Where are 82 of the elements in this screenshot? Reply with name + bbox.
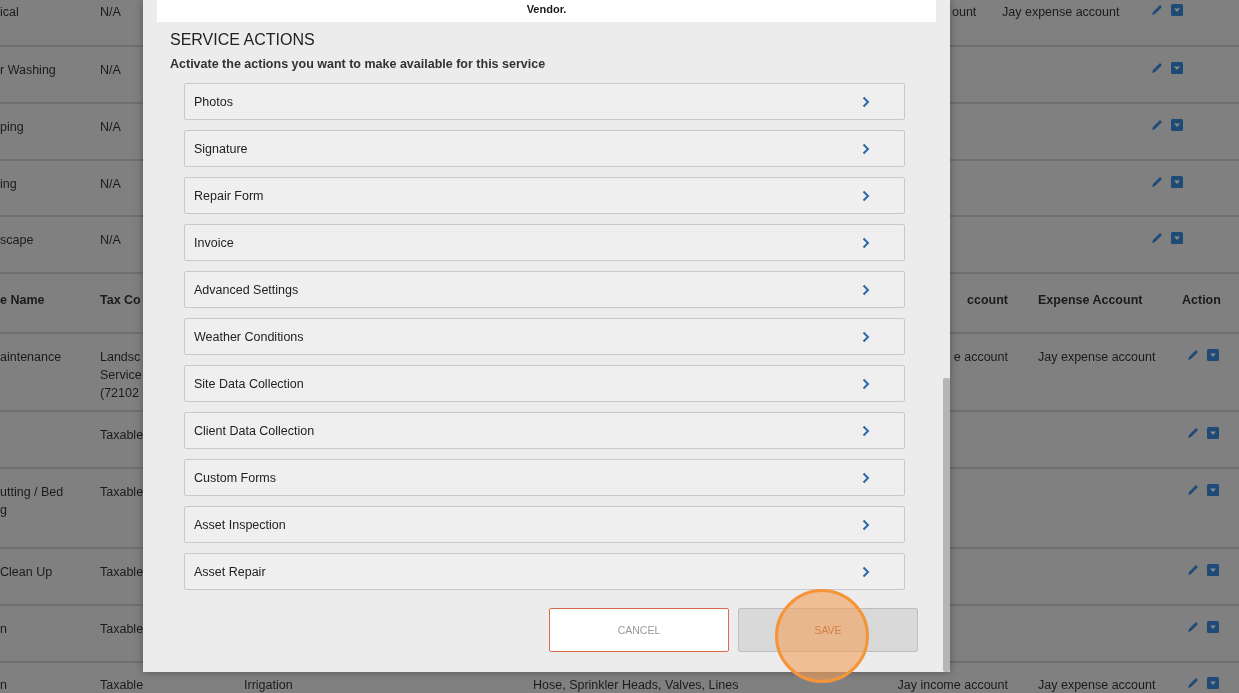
table-cell-text: aintenance <box>0 349 62 366</box>
chevron-right-icon <box>862 471 870 484</box>
table-cell-text: Jay expense account <box>1002 4 1120 21</box>
table-cell-text: N/A <box>100 62 121 79</box>
dropdown-icon[interactable] <box>1206 483 1220 497</box>
table-cell-text: scape <box>0 232 34 249</box>
table-cell-text: ount <box>952 4 977 21</box>
column-header: Expense Account <box>1038 292 1143 309</box>
chevron-right-icon <box>862 565 870 578</box>
table-cell-text: ing <box>0 176 17 193</box>
dropdown-icon[interactable] <box>1206 426 1220 440</box>
scrollbar-thumb[interactable] <box>943 378 950 672</box>
table-cell-text: Taxable <box>100 677 144 693</box>
dropdown-icon[interactable] <box>1170 118 1184 132</box>
table-cell-text: n <box>0 621 7 638</box>
table-cell-text: Clean Up <box>0 564 53 581</box>
table-cell-text: Taxable <box>100 427 144 444</box>
action-item[interactable]: Custom Forms <box>184 459 905 496</box>
column-header: ccount <box>967 292 1008 309</box>
pencil-icon[interactable] <box>1186 620 1200 634</box>
pencil-icon[interactable] <box>1150 175 1164 189</box>
form-text: Vendor. <box>526 3 567 16</box>
table-cell-text: n <box>0 677 7 693</box>
pencil-icon[interactable] <box>1186 676 1200 690</box>
action-item[interactable]: Advanced Settings <box>184 271 905 308</box>
table-cell-text: N/A <box>100 4 121 21</box>
pencil-icon[interactable] <box>1150 3 1164 17</box>
dropdown-icon[interactable] <box>1206 620 1220 634</box>
pencil-icon[interactable] <box>1150 61 1164 75</box>
column-header: e Name <box>0 292 45 309</box>
table-cell-text: N/A <box>100 176 121 193</box>
table-cell-text: Irrigation <box>244 677 293 693</box>
section-title: SERVICE ACTIONS <box>170 30 316 50</box>
action-item[interactable]: Site Data Collection <box>184 365 905 402</box>
column-header: Tax Co <box>100 292 141 309</box>
table-cell-text: utting / Bed g <box>0 484 64 519</box>
action-item[interactable]: Photos <box>184 83 905 120</box>
chevron-right-icon <box>862 518 870 531</box>
table-cell-text: Hose, Sprinkler Heads, Valves, Lines <box>533 677 739 693</box>
table-cell-text: Taxable <box>100 564 144 581</box>
table-cell-text: ical <box>0 4 19 21</box>
table-cell-text: Taxable <box>100 621 144 638</box>
action-item[interactable]: Client Data Collection <box>184 412 905 449</box>
pencil-icon[interactable] <box>1150 118 1164 132</box>
chevron-right-icon <box>862 189 870 202</box>
action-item[interactable]: Signature <box>184 130 905 167</box>
table-cell-text: r Washing <box>0 62 56 79</box>
pencil-icon[interactable] <box>1186 426 1200 440</box>
dropdown-icon[interactable] <box>1206 348 1220 362</box>
section-hint: Activate the actions you want to make available for this service <box>170 56 547 72</box>
dropdown-icon[interactable] <box>1170 3 1184 17</box>
pencil-icon[interactable] <box>1150 231 1164 245</box>
dropdown-icon[interactable] <box>1170 61 1184 75</box>
pencil-icon[interactable] <box>1186 563 1200 577</box>
table-cell-text: e account <box>953 349 1008 366</box>
dropdown-icon[interactable] <box>1206 676 1220 690</box>
table-cell-text: N/A <box>100 232 121 249</box>
table-cell-text: Jay expense account <box>1038 349 1156 366</box>
table-cell-text: Taxable <box>100 484 144 501</box>
chevron-right-icon <box>862 330 870 343</box>
table-cell-text: ping <box>0 119 24 136</box>
table-cell-text: N/A <box>100 119 121 136</box>
chevron-right-icon <box>862 142 870 155</box>
action-item[interactable]: Asset Repair <box>184 553 905 590</box>
chevron-right-icon <box>862 377 870 390</box>
dropdown-icon[interactable] <box>1170 175 1184 189</box>
table-cell-text: Landsc Service (72102 <box>100 349 142 402</box>
column-header: Action <box>1182 292 1221 309</box>
chevron-right-icon <box>862 236 870 249</box>
dropdown-icon[interactable] <box>1206 563 1220 577</box>
table-cell-text: Jay expense account <box>1038 677 1156 693</box>
table-cell-text: Jay income account <box>897 677 1008 693</box>
action-item[interactable]: Invoice <box>184 224 905 261</box>
chevron-right-icon <box>862 95 870 108</box>
action-item[interactable]: Asset Inspection <box>184 506 905 543</box>
chevron-right-icon <box>862 424 870 437</box>
action-item[interactable]: Weather Conditions <box>184 318 905 355</box>
chevron-right-icon <box>862 283 870 296</box>
pencil-icon[interactable] <box>1186 483 1200 497</box>
dropdown-icon[interactable] <box>1170 231 1184 245</box>
pencil-icon[interactable] <box>1186 348 1200 362</box>
action-item[interactable]: Repair Form <box>184 177 905 214</box>
